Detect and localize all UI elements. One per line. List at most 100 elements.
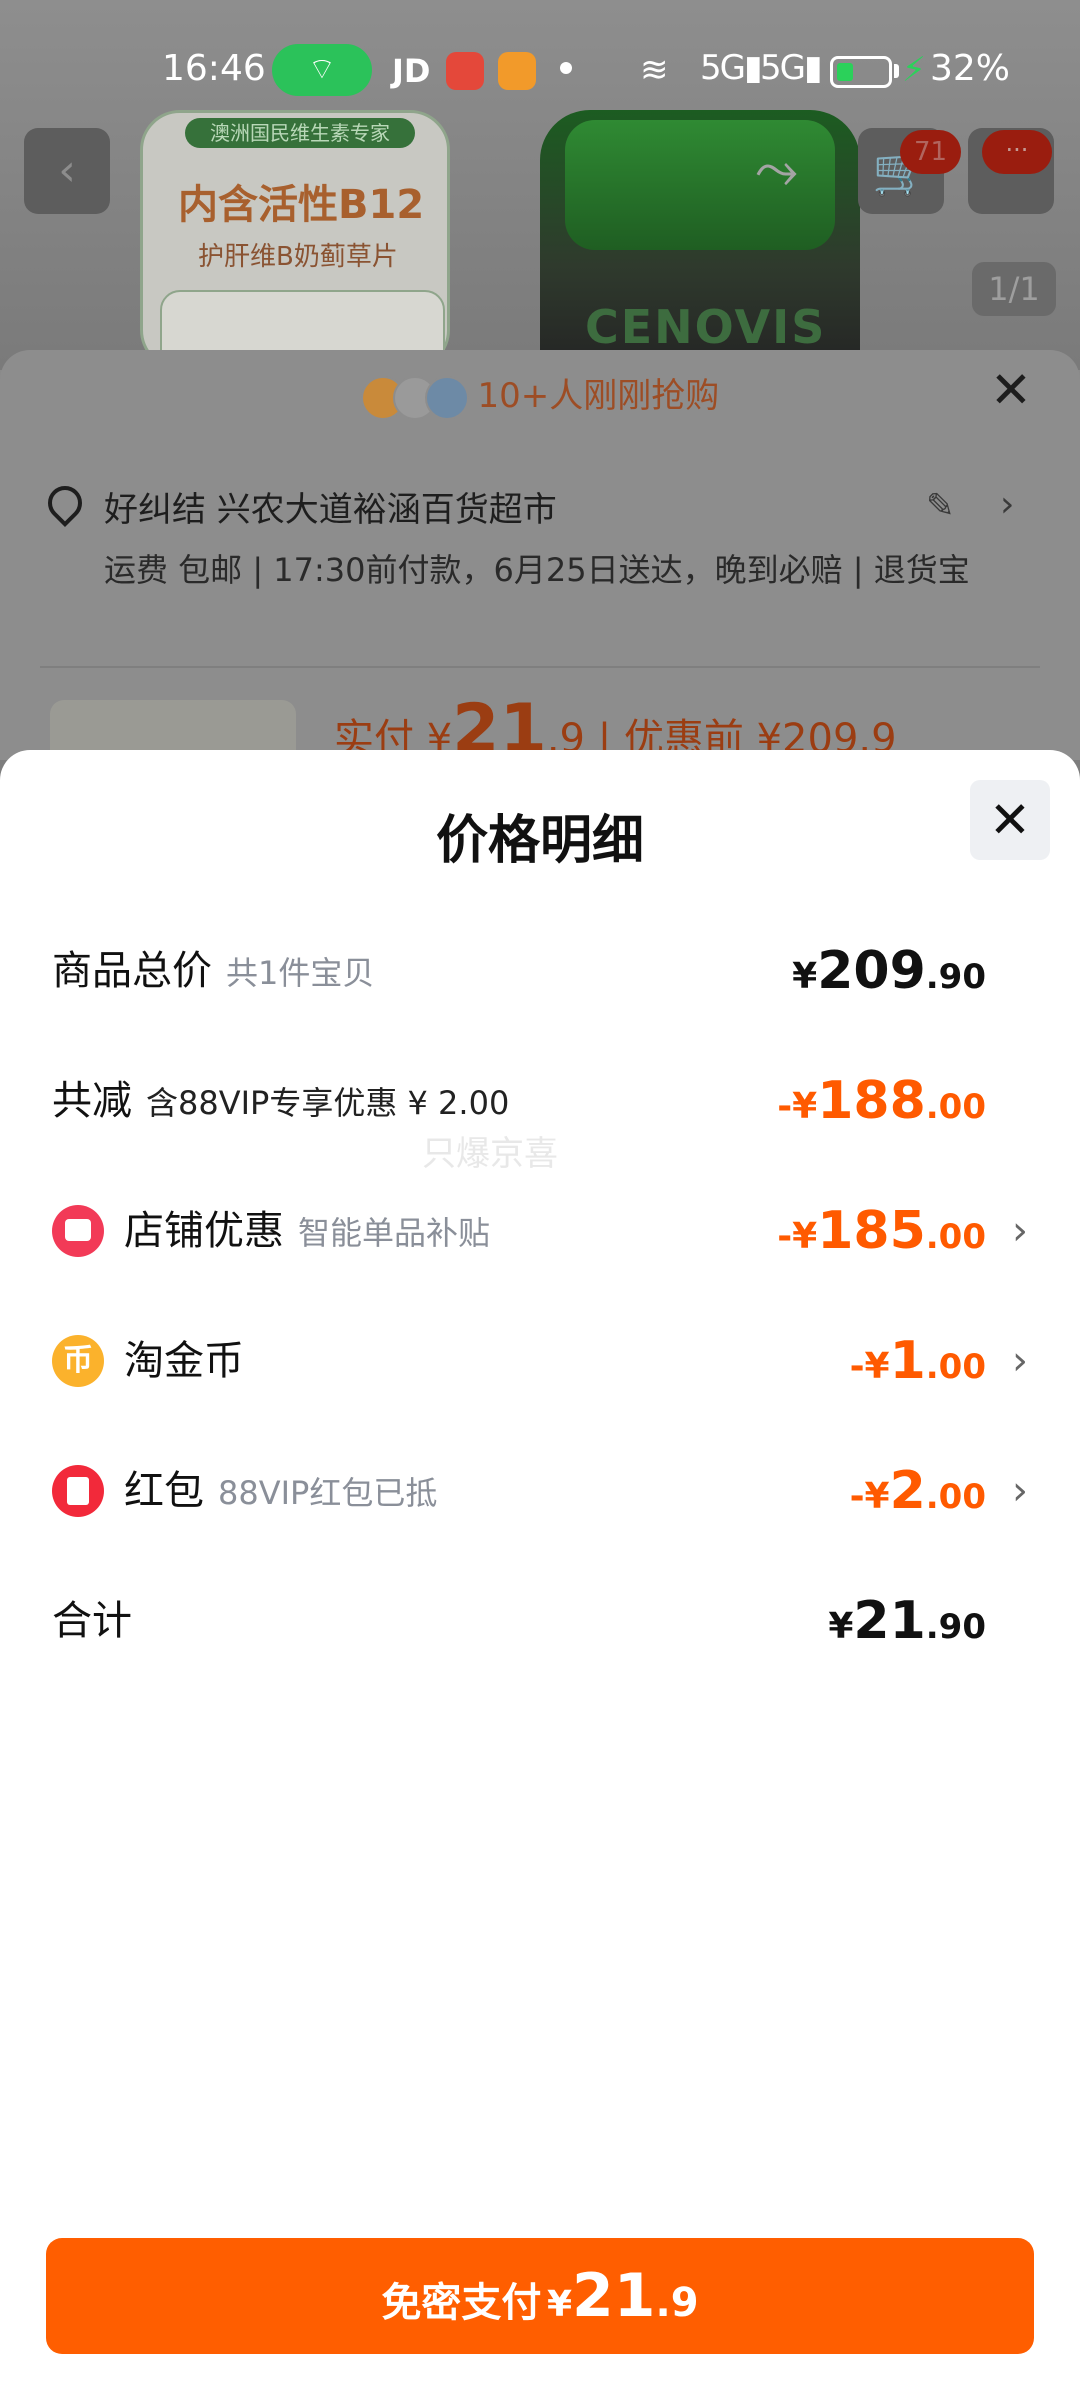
rush-text: 10+人刚刚抢购 <box>477 376 720 416</box>
pay-button-int: 21 <box>572 2261 656 2331</box>
amount-sign: - <box>849 1476 865 1517</box>
row-amount: ¥21.90 <box>828 1586 986 1668</box>
amount-dec: .00 <box>925 1347 986 1387</box>
delivery-address: 好纠结 兴农大道裕涵百货超市 <box>104 490 557 530</box>
row-label: 红包 <box>124 1468 204 1514</box>
row-label-wrap: 店铺优惠 智能单品补贴 <box>124 1196 490 1268</box>
password-free-pay-button[interactable]: 免密支付 ¥21.9 <box>46 2238 1034 2354</box>
pay-button-label: 免密支付 <box>381 2280 542 2326</box>
chevron-right-icon: › <box>1012 1468 1028 1514</box>
rush-banner: 10+人刚刚抢购 <box>0 368 1080 420</box>
amount-int: 188 <box>817 1071 926 1131</box>
pay-button-currency: ¥ <box>546 2284 573 2325</box>
promo-headline: 内含活性B12 <box>178 182 425 228</box>
pay-button-dec: .9 <box>655 2280 699 2326</box>
amount-currency: ¥ <box>792 1216 818 1257</box>
amount-sign: - <box>777 1216 793 1257</box>
row-sub: 智能单品补贴 <box>298 1214 491 1252</box>
promo-brand-strip: 澳洲国民维生素专家 <box>185 118 415 148</box>
row-label-wrap: 合计 <box>52 1586 132 1656</box>
network-label: 5G <box>700 48 746 88</box>
bottle-label: CENOVIS <box>585 300 827 354</box>
status-bar: 16:46 ⌔ JD ≋ 5G▮ 5G▮ ⚡ 32% <box>0 0 1080 120</box>
charging-icon: ⚡ <box>902 50 926 90</box>
share-icon: ⤳ <box>755 138 799 201</box>
amount-dec: .90 <box>925 1607 986 1647</box>
close-icon: ✕ <box>989 791 1031 849</box>
amount-dec: .90 <box>925 957 986 997</box>
avatar <box>424 375 469 420</box>
battery-tip <box>894 64 899 78</box>
row-taojinbi[interactable]: 币 淘金币 -¥1.00 › <box>52 1326 1052 1396</box>
shop-icon <box>52 1205 104 1257</box>
promo-subline: 护肝维B奶蓟草片 <box>198 242 398 272</box>
order-panel-close-icon: ✕ <box>990 361 1032 419</box>
amount-int: 2 <box>889 1461 926 1521</box>
row-label-wrap: 红包 88VIP红包已抵 <box>124 1456 437 1528</box>
amount-sign: - <box>777 1086 793 1127</box>
amount-int: 21 <box>853 1591 926 1651</box>
row-label-wrap: 商品总价 共1件宝贝 <box>52 936 374 1008</box>
chevron-right-icon: › <box>1012 1338 1028 1384</box>
cart-badge: 71 <box>900 130 962 174</box>
red-packet-icon <box>52 1465 104 1517</box>
amount-currency: ¥ <box>792 1086 818 1127</box>
buyer-avatars <box>360 375 469 420</box>
wifi-icon: ≋ <box>640 50 669 90</box>
amount-dec: .00 <box>925 1217 986 1257</box>
row-label: 商品总价 <box>52 948 212 994</box>
status-time: 16:46 <box>162 48 266 89</box>
row-label-wrap: 共减 含88VIP专享优惠 ¥ 2.00 <box>52 1066 509 1138</box>
row-total-discount: 共减 含88VIP专享优惠 ¥ 2.00 -¥188.00 <box>52 1066 1052 1136</box>
jd-app-icon: JD <box>392 52 431 90</box>
row-amount: -¥185.00 <box>777 1196 986 1278</box>
signal-5g-icon: 5G▮ <box>700 48 763 88</box>
chevron-left-icon: ‹ <box>58 145 76 196</box>
amount-dec: .00 <box>925 1477 986 1517</box>
more-notifications-dot <box>560 62 572 74</box>
amount-currency: ¥ <box>864 1476 890 1517</box>
row-shop-discount[interactable]: 店铺优惠 智能单品补贴 -¥185.00 › <box>52 1196 1052 1266</box>
row-amount: -¥2.00 <box>850 1456 986 1538</box>
notification-app-icon <box>446 52 484 90</box>
close-button[interactable]: ✕ <box>970 780 1050 860</box>
signal-5g-icon: 5G▮ <box>760 48 823 88</box>
amount-int: 185 <box>817 1201 926 1261</box>
row-label: 共减 <box>52 1078 132 1124</box>
row-label: 合计 <box>52 1598 132 1644</box>
more-badge: ··· <box>982 130 1052 174</box>
battery-percent: 32% <box>930 48 1011 89</box>
divider <box>40 666 1040 668</box>
hotspot-icon: ⌔ <box>272 44 372 96</box>
row-label-wrap: 淘金币 <box>124 1326 244 1396</box>
chevron-right-icon: › <box>1000 484 1015 525</box>
coin-icon: 币 <box>52 1335 104 1387</box>
image-counter: 1/1 <box>972 262 1056 316</box>
row-label: 店铺优惠 <box>124 1208 284 1254</box>
notification-app-icon <box>498 52 536 90</box>
sheet-title: 价格明细 <box>435 811 644 871</box>
amount-currency: ¥ <box>864 1346 890 1387</box>
amount-int: 209 <box>817 941 926 1001</box>
row-label: 淘金币 <box>124 1338 244 1384</box>
row-sub: 共1件宝贝 <box>226 954 375 992</box>
amount-int: 1 <box>889 1331 926 1391</box>
row-grand-total: 合计 ¥21.90 <box>52 1586 1052 1656</box>
network-label: 5G <box>760 48 806 88</box>
row-goods-total: 商品总价 共1件宝贝 ¥209.90 <box>52 936 1052 1006</box>
amount-dec: .00 <box>925 1087 986 1127</box>
row-sub: 含88VIP专享优惠 ¥ 2.00 <box>146 1084 510 1122</box>
row-red-packet[interactable]: 红包 88VIP红包已抵 -¥2.00 › <box>52 1456 1052 1526</box>
battery-fill <box>837 63 853 81</box>
back-button: ‹ <box>24 128 110 214</box>
amount-sign: - <box>849 1346 865 1387</box>
chevron-right-icon: › <box>1012 1208 1028 1254</box>
row-amount: -¥1.00 <box>850 1326 986 1408</box>
battery-icon <box>830 56 892 88</box>
amount-currency: ¥ <box>792 956 818 997</box>
edit-icon: ✎ <box>926 486 955 526</box>
row-amount: ¥209.90 <box>792 936 986 1018</box>
row-sub: 88VIP红包已抵 <box>218 1474 438 1512</box>
row-amount: -¥188.00 <box>777 1066 986 1148</box>
amount-currency: ¥ <box>828 1606 854 1647</box>
